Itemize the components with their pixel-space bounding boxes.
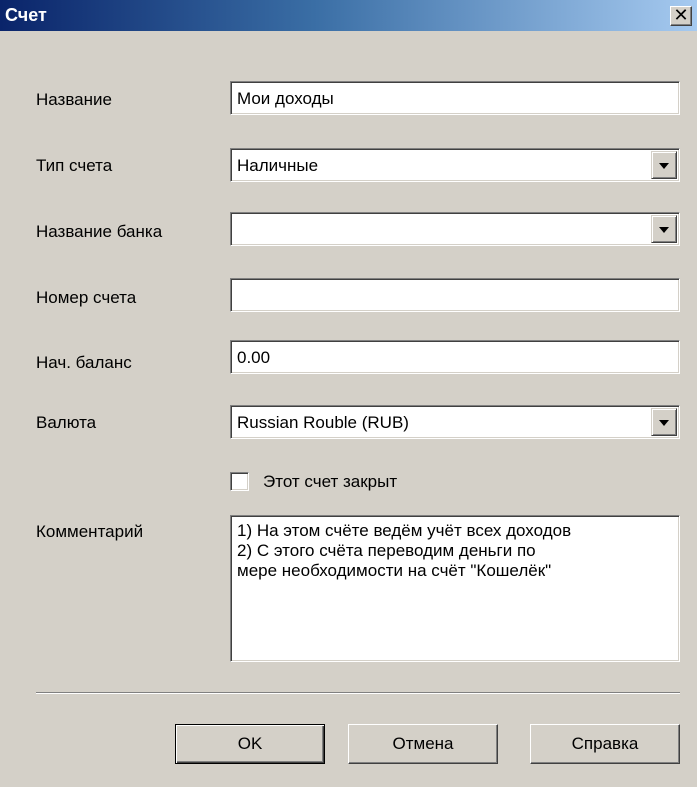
account-number-input[interactable] — [230, 278, 680, 312]
initial-balance-value: 0.00 — [237, 348, 271, 367]
chevron-down-icon — [659, 420, 669, 426]
ok-button[interactable]: OK — [175, 724, 325, 764]
separator — [36, 692, 680, 694]
bank-name-select[interactable] — [230, 212, 680, 246]
currency-label: Валюта — [36, 413, 97, 432]
name-input[interactable]: Мои доходы — [230, 81, 680, 115]
window-title: Счет — [5, 5, 47, 25]
comment-textarea[interactable]: 1) На этом счёте ведём учёт всех доходов… — [230, 515, 680, 662]
name-input-value: Мои доходы — [237, 89, 334, 108]
comment-line: 1) На этом счёте ведём учёт всех доходов — [237, 521, 572, 540]
comment-line: мере необходимости на счёт "Кошелёк" — [237, 561, 552, 580]
help-button-label: Справка — [571, 734, 639, 753]
help-button[interactable]: Справка — [530, 724, 680, 764]
initial-balance-input[interactable]: 0.00 — [230, 340, 680, 374]
cancel-button-label: Отмена — [392, 734, 454, 753]
currency-select[interactable]: Russian Rouble (RUB) — [230, 405, 680, 439]
close-button[interactable]: ✕ — [670, 6, 692, 26]
account-closed-label[interactable]: Этот счет закрыт — [263, 472, 397, 492]
bank-name-dropdown-button[interactable] — [651, 215, 677, 243]
initial-balance-label: Нач. баланс — [36, 353, 132, 372]
account-type-value: Наличные — [237, 156, 319, 175]
currency-dropdown-button[interactable] — [651, 408, 677, 436]
account-closed-checkbox[interactable] — [230, 472, 249, 491]
comment-label: Комментарий — [36, 522, 144, 541]
account-number-label: Номер счета — [36, 288, 137, 307]
currency-value: Russian Rouble (RUB) — [237, 413, 409, 432]
account-type-label: Тип счета — [36, 156, 113, 175]
account-type-select[interactable]: Наличные — [230, 148, 680, 182]
name-label: Название — [36, 90, 112, 109]
close-icon: ✕ — [673, 5, 689, 25]
comment-line: 2) С этого счёта переводим деньги по — [237, 541, 536, 560]
account-dialog: Счет ✕ Название Мои доходы Тип счета Нал… — [0, 0, 697, 787]
bank-name-label: Название банка — [36, 222, 163, 241]
ok-button-label: OK — [237, 734, 263, 753]
chevron-down-icon — [659, 163, 669, 169]
chevron-down-icon — [659, 227, 669, 233]
cancel-button[interactable]: Отмена — [348, 724, 498, 764]
title-bar[interactable]: Счет ✕ — [0, 0, 697, 31]
account-type-dropdown-button[interactable] — [651, 151, 677, 179]
